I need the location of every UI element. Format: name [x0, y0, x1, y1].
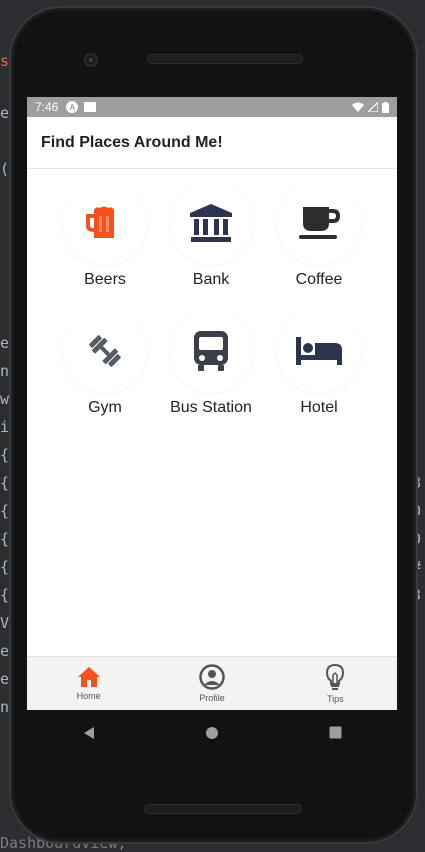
code-fragment: w [0, 390, 10, 408]
category-icon-circle [277, 309, 361, 393]
profile-icon [199, 664, 225, 690]
category-icon-circle [63, 309, 147, 393]
code-fragment: n [0, 698, 10, 716]
category-bus-station[interactable]: Bus Station [156, 309, 266, 419]
code-fragment: { [0, 474, 10, 492]
bottom-speaker [144, 804, 302, 814]
category-icon-circle [169, 309, 253, 393]
system-navigation-bar [27, 710, 397, 755]
code-fragment: i [0, 418, 10, 436]
nav-label: Tips [326, 694, 344, 704]
code-fragment: { [0, 558, 10, 576]
code-fragment: s [0, 52, 10, 70]
category-label: Beers [84, 271, 126, 288]
category-label: Bank [192, 271, 230, 288]
nav-item-profile[interactable]: Profile [167, 664, 257, 703]
code-fragment: e [0, 642, 10, 660]
lightbulb-icon [326, 663, 345, 690]
nav-item-tips[interactable]: Tips [290, 663, 380, 704]
category-icon-circle [63, 181, 147, 265]
bank-icon [190, 204, 232, 242]
category-gym[interactable]: Gym [50, 309, 160, 419]
app-bar: Find Places Around Me! [27, 117, 397, 169]
code-fragment: { [0, 502, 10, 520]
code-fragment: e [0, 104, 10, 122]
page-title: Find Places Around Me! [41, 133, 223, 151]
code-fragment: n [0, 362, 10, 380]
signal-icon [368, 102, 378, 112]
home-button-icon[interactable] [205, 726, 219, 740]
category-label: Coffee [295, 271, 343, 288]
status-bar: 7:46 A [27, 97, 397, 117]
code-fragment: ( [0, 160, 10, 178]
code-fragment: { [0, 446, 10, 464]
notification-badge-icon: A [66, 101, 79, 113]
coffee-cup-icon [299, 207, 341, 239]
dumbbell-icon [89, 335, 121, 367]
category-beers[interactable]: Beers [50, 181, 160, 291]
back-button-icon[interactable] [82, 726, 96, 740]
category-label: Hotel [300, 399, 338, 416]
category-coffee[interactable]: Coffee [264, 181, 374, 291]
code-fragment: e [0, 670, 10, 688]
code-fragment: e [0, 334, 10, 352]
recents-button-icon[interactable] [329, 726, 342, 739]
code-fragment: V [0, 614, 10, 632]
nav-label: Home [76, 691, 101, 701]
category-grid: Beers Bank Coffee Gym Bus Station Hotel [27, 169, 397, 655]
code-fragment: { [0, 586, 10, 604]
image-notification-icon [84, 102, 97, 112]
category-label: Bus Station [170, 399, 252, 416]
home-icon [77, 667, 100, 687]
bed-icon [296, 337, 342, 365]
app-screen: 7:46 A Find Places Around Me! Beers Bank… [27, 97, 397, 710]
wifi-icon [352, 102, 364, 112]
status-time: 7:46 [35, 100, 59, 114]
top-speaker [147, 54, 303, 64]
category-icon-circle [169, 181, 253, 265]
beer-mug-icon [86, 206, 114, 238]
nav-item-home[interactable]: Home [44, 666, 134, 701]
category-bank[interactable]: Bank [156, 181, 266, 291]
bus-icon [194, 331, 228, 371]
category-hotel[interactable]: Hotel [264, 309, 374, 419]
bottom-navigation: Home Profile Tips [27, 656, 397, 710]
category-icon-circle [277, 181, 361, 265]
front-camera [84, 53, 98, 67]
battery-icon [382, 101, 389, 113]
nav-label: Profile [199, 693, 225, 703]
category-label: Gym [88, 399, 122, 416]
code-fragment: { [0, 530, 10, 548]
